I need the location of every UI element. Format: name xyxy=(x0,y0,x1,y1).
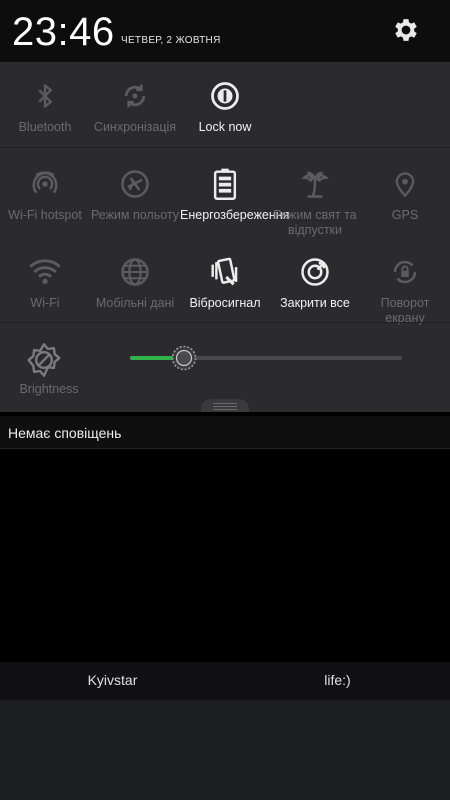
rotation-lock-icon xyxy=(393,260,417,284)
panel-drag-handle[interactable] xyxy=(201,399,249,412)
tile-vibrate[interactable]: Вібросигнал xyxy=(180,244,270,330)
carrier-bar: Kyivstar life:) xyxy=(0,662,450,700)
sync-icon xyxy=(124,84,146,108)
battery-icon xyxy=(213,168,237,200)
tile-bluetooth[interactable]: Bluetooth xyxy=(0,68,90,154)
brightness-slider[interactable] xyxy=(130,345,402,371)
tile-power-saving[interactable]: Енергозбереження xyxy=(180,156,290,242)
tile-close-all[interactable]: Закрити все xyxy=(270,244,360,330)
lock-now-icon xyxy=(211,82,239,110)
location-pin-icon xyxy=(395,172,415,198)
bluetooth-icon xyxy=(38,84,52,108)
brightness-label: Brightness xyxy=(19,382,79,396)
vibrate-icon xyxy=(211,257,238,286)
tile-gps[interactable]: GPS xyxy=(360,156,450,242)
tile-holiday-mode[interactable]: Режим свят та відпустки xyxy=(270,156,360,242)
quick-settings-panel: Bluetooth Синхронізація Lock now Wi-Fi h… xyxy=(0,62,450,412)
tile-label: Синхронізація xyxy=(93,120,177,134)
divider xyxy=(0,322,450,323)
brightness-icon xyxy=(27,343,61,377)
tile-label: Bluetooth xyxy=(18,120,72,134)
wifi-hotspot-icon xyxy=(32,171,58,194)
tile-wifi[interactable]: Wi-Fi xyxy=(0,244,90,330)
clock: 23:46 xyxy=(12,10,115,54)
tile-label: Режим польоту xyxy=(90,208,180,222)
notifications-header: Немає сповіщень xyxy=(0,416,450,449)
tile-mobile-data[interactable]: Мобільні дані xyxy=(90,244,180,330)
tile-label: Мобільні дані xyxy=(95,296,175,310)
tile-airplane-mode[interactable]: Режим польоту xyxy=(90,156,180,242)
tile-label: Lock now xyxy=(198,120,252,134)
tile-label: Режим свят та відпустки xyxy=(273,208,357,237)
brightness-auto-toggle[interactable] xyxy=(24,340,64,380)
tile-label: Вібросигнал xyxy=(189,296,261,310)
carrier-sim2: life:) xyxy=(324,672,351,688)
airplane-icon xyxy=(121,170,149,198)
bottom-area xyxy=(0,700,450,800)
palm-tree-icon xyxy=(301,171,329,198)
tile-wifi-hotspot[interactable]: Wi-Fi hotspot xyxy=(0,156,90,242)
tile-sync[interactable]: Синхронізація xyxy=(90,68,180,154)
carrier-sim1: Kyivstar xyxy=(87,672,138,688)
close-all-icon xyxy=(301,258,329,286)
globe-icon xyxy=(121,258,149,286)
no-notifications-text: Немає сповіщень xyxy=(8,425,122,441)
tile-label: Енергозбереження xyxy=(180,208,290,222)
date: ЧЕТВЕР, 2 ЖОВТНЯ xyxy=(121,35,221,46)
notification-header: 23:46 ЧЕТВЕР, 2 ЖОВТНЯ xyxy=(0,0,450,62)
tile-label: Wi-Fi xyxy=(30,296,60,310)
slider-thumb-icon xyxy=(172,345,197,371)
settings-button[interactable] xyxy=(386,10,426,50)
brightness-slider-thumb[interactable] xyxy=(171,345,197,371)
tile-screen-rotation[interactable]: Поворот екрану xyxy=(360,244,450,330)
gear-icon xyxy=(395,19,417,41)
wifi-icon xyxy=(29,259,61,284)
tile-lock-now[interactable]: Lock now xyxy=(180,68,270,154)
tile-label: Закрити все xyxy=(280,296,350,310)
tile-label: GPS xyxy=(391,208,419,222)
divider xyxy=(0,147,450,148)
tile-label: Wi-Fi hotspot xyxy=(8,208,82,222)
